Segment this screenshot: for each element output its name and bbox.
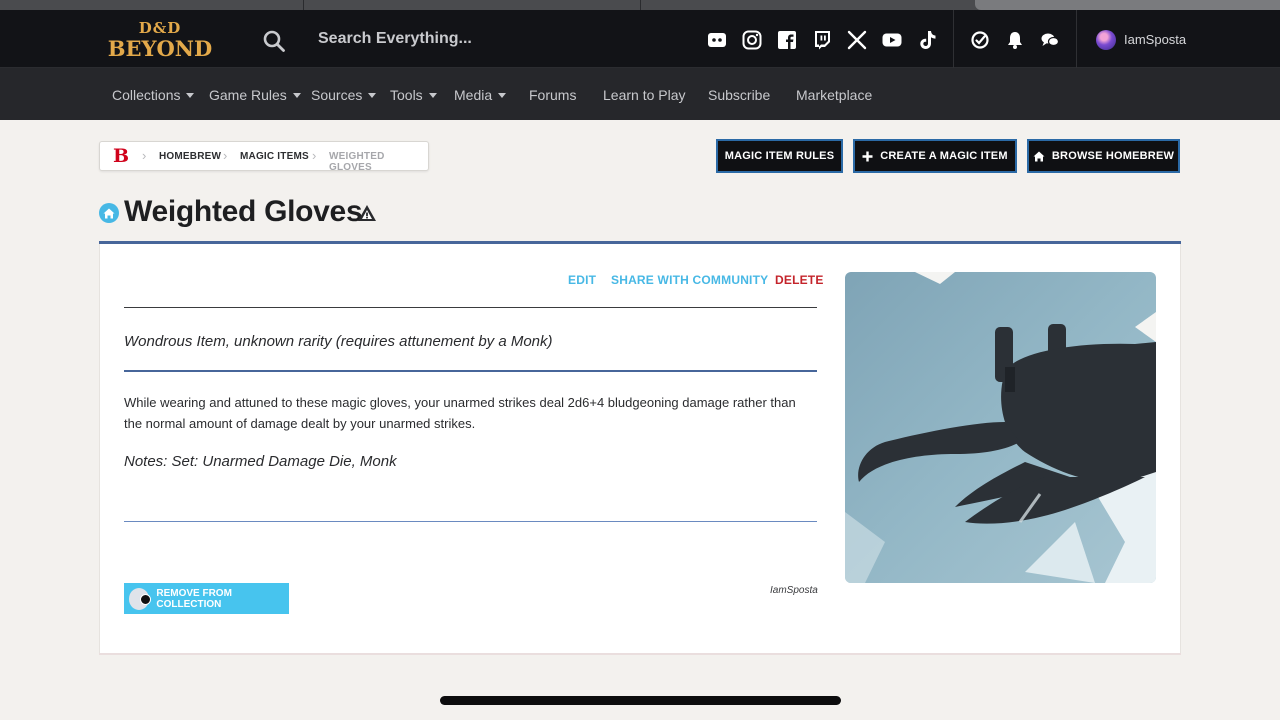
button-label: BROWSE HOMEBREW xyxy=(1051,150,1175,162)
search-input[interactable]: Search Everything... xyxy=(318,30,472,48)
button-label: REMOVE FROM COLLECTION xyxy=(156,587,232,610)
nav-label: Media xyxy=(454,87,493,103)
logo-line2: BEYOND xyxy=(107,36,213,61)
create-magic-item-button[interactable]: CREATE A MAGIC ITEM xyxy=(853,139,1017,173)
homebrew-badge-icon xyxy=(99,203,119,223)
nav-label: Tools xyxy=(390,87,423,103)
button-label: CREATE A MAGIC ITEM xyxy=(880,150,1008,162)
breadcrumb: B › HOMEBREW › MAGIC ITEMS › WEIGHTED GL… xyxy=(99,141,429,173)
dnd-beyond-logo[interactable]: D&D BEYOND xyxy=(102,20,218,60)
system-top-strip xyxy=(0,0,1280,10)
tab-divider xyxy=(640,0,641,10)
share-with-community-link[interactable]: SHARE WITH COMMUNITY xyxy=(611,273,768,287)
delete-link[interactable]: DELETE xyxy=(775,273,824,287)
twitch-icon[interactable] xyxy=(811,29,833,51)
nav-sources[interactable]: Sources xyxy=(311,87,377,103)
facebook-icon[interactable] xyxy=(776,29,798,51)
nav-game-rules[interactable]: Game Rules xyxy=(209,87,301,103)
divider xyxy=(124,370,817,372)
main-nav: Collections Game Rules Sources Tools Med… xyxy=(0,68,1280,120)
site-header: D&D BEYOND Search Everything... IamSpost… xyxy=(0,10,1280,68)
chevron-down-icon xyxy=(428,93,437,98)
item-rarity: Wondrous Item, unknown rarity (requires … xyxy=(124,333,553,350)
logo-line1: D&D xyxy=(138,19,182,37)
breadcrumb-home-logo[interactable]: B xyxy=(113,145,129,167)
card-bottom-edge xyxy=(99,653,1181,655)
nav-label: Sources xyxy=(311,87,363,103)
nav-subscribe[interactable]: Subscribe xyxy=(708,87,770,103)
nav-label: Collections xyxy=(112,87,181,103)
search-icon[interactable] xyxy=(262,29,286,53)
tab-divider xyxy=(303,0,304,10)
chevron-down-icon xyxy=(368,93,377,98)
instagram-icon[interactable] xyxy=(741,29,763,51)
home-indicator xyxy=(440,696,841,705)
item-artwork xyxy=(845,272,1156,583)
youtube-icon[interactable] xyxy=(881,29,903,51)
header-divider xyxy=(1076,10,1077,68)
magic-item-rules-button[interactable]: MAGIC ITEM RULES xyxy=(716,139,843,173)
active-tab-indicator xyxy=(975,0,1280,10)
tiktok-icon[interactable] xyxy=(916,29,938,51)
nav-tools[interactable]: Tools xyxy=(390,87,437,103)
home-icon xyxy=(1033,151,1045,161)
breadcrumb-current: WEIGHTED GLOVES xyxy=(329,151,385,173)
nav-forums[interactable]: Forums xyxy=(529,87,576,103)
divider xyxy=(124,521,817,522)
nav-collections[interactable]: Collections xyxy=(112,87,195,103)
chevron-down-icon xyxy=(186,93,195,98)
warning-icon[interactable] xyxy=(357,204,377,222)
breadcrumb-separator: › xyxy=(312,148,317,163)
author-name[interactable]: IamSposta xyxy=(770,585,818,596)
nav-learn-to-play[interactable]: Learn to Play xyxy=(603,87,686,103)
bell-icon[interactable] xyxy=(1004,29,1026,51)
plus-icon xyxy=(862,151,873,161)
collection-avatar-icon xyxy=(129,587,152,610)
item-description: While wearing and attuned to these magic… xyxy=(124,395,796,431)
remove-from-collection-button[interactable]: REMOVE FROM COLLECTION xyxy=(124,583,289,614)
user-menu[interactable]: IamSposta xyxy=(1124,32,1186,47)
page-title: Weighted Gloves xyxy=(124,195,363,228)
chevron-down-icon xyxy=(292,93,301,98)
nav-marketplace[interactable]: Marketplace xyxy=(796,87,872,103)
avatar[interactable] xyxy=(1096,30,1116,50)
divider xyxy=(124,307,817,308)
chat-icon[interactable] xyxy=(1039,29,1061,51)
nav-label: Game Rules xyxy=(209,87,287,103)
x-icon[interactable] xyxy=(846,29,868,51)
breadcrumb-separator: › xyxy=(223,148,228,163)
nav-media[interactable]: Media xyxy=(454,87,507,103)
discord-icon[interactable] xyxy=(706,29,728,51)
breadcrumb-separator: › xyxy=(142,148,147,163)
header-divider xyxy=(953,10,954,68)
item-notes: Notes: Set: Unarmed Damage Die, Monk xyxy=(124,453,397,470)
breadcrumb-magic-items[interactable]: MAGIC ITEMS xyxy=(240,151,309,162)
dice-icon[interactable] xyxy=(969,29,991,51)
chevron-down-icon xyxy=(498,93,507,98)
button-label: MAGIC ITEM RULES xyxy=(724,150,835,162)
browse-homebrew-button[interactable]: BROWSE HOMEBREW xyxy=(1027,139,1180,173)
edit-link[interactable]: EDIT xyxy=(568,273,596,287)
breadcrumb-homebrew[interactable]: HOMEBREW xyxy=(159,151,221,162)
